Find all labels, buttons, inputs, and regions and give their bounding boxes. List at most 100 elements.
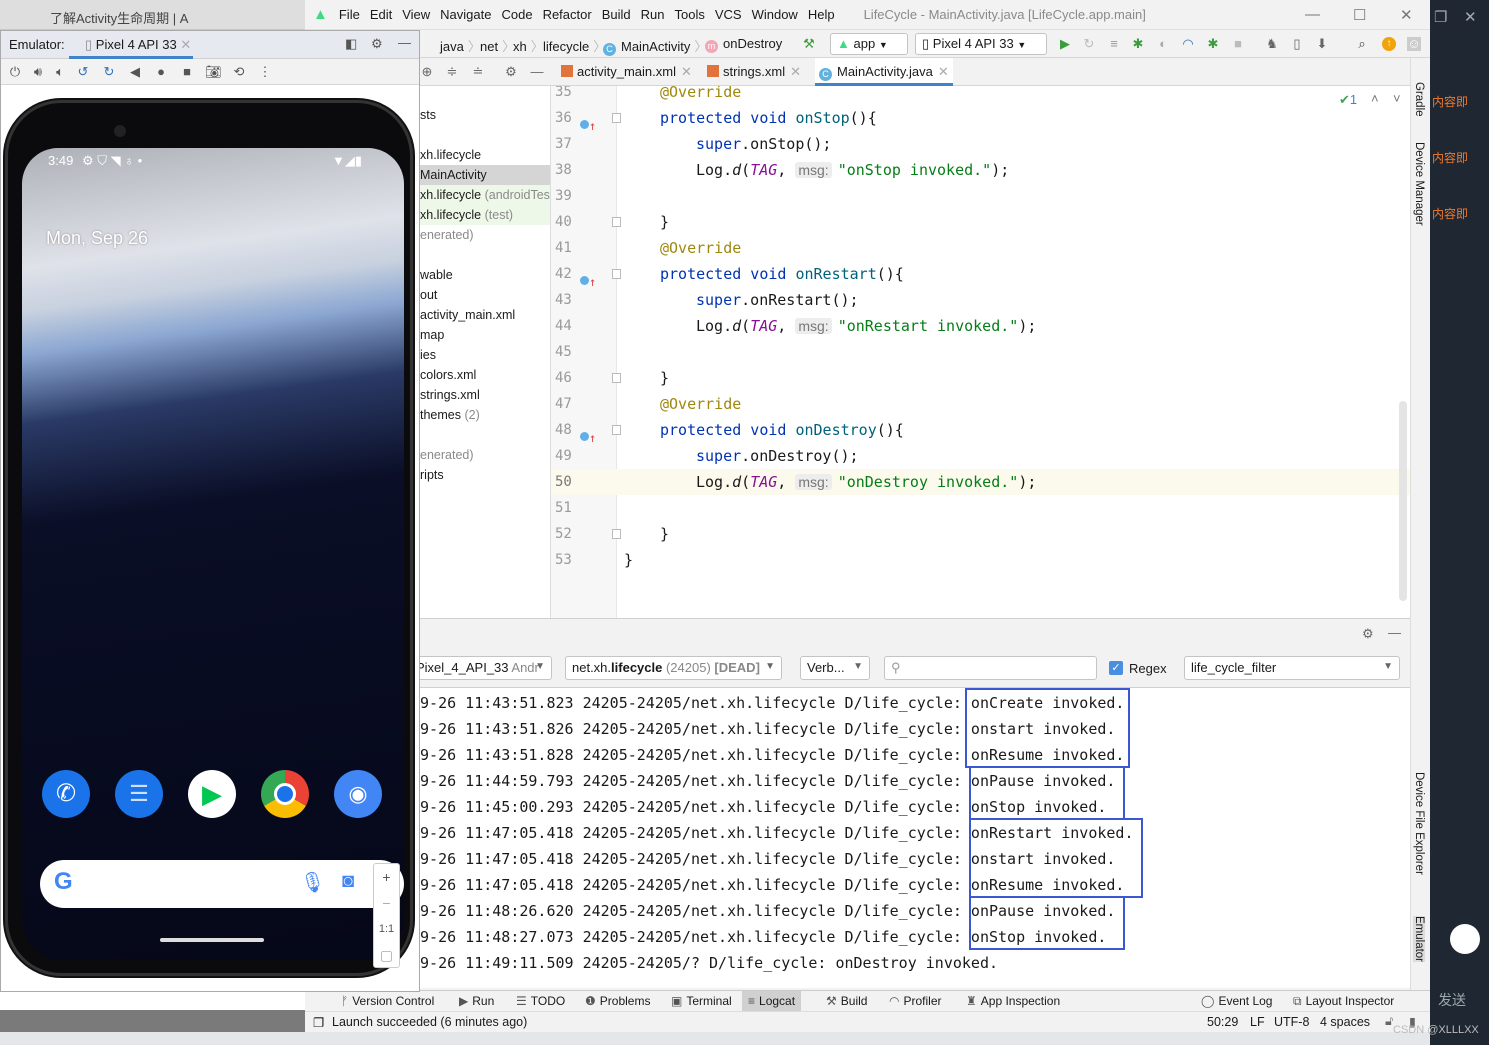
menu-run[interactable]: Run — [641, 7, 665, 22]
zoom-in-button[interactable]: + — [374, 864, 399, 890]
close-tab-icon[interactable]: ✕ — [681, 64, 692, 79]
coverage-icon[interactable]: ◐ — [1156, 37, 1170, 51]
tree-item[interactable]: out — [410, 285, 550, 305]
close-tab-icon[interactable]: ✕ — [938, 64, 949, 79]
apply-code-changes-icon[interactable]: ≡ — [1107, 37, 1121, 51]
tree-item[interactable] — [410, 125, 550, 145]
tree-item[interactable]: enerated) — [410, 225, 550, 245]
fold-marker-icon[interactable] — [612, 113, 621, 123]
line-separator[interactable]: LF — [1250, 1015, 1265, 1029]
locate-icon[interactable]: ⊕ — [420, 65, 434, 79]
tool-tab-profiler[interactable]: ◠ Profiler — [883, 991, 948, 1012]
menu-navigate[interactable]: Navigate — [440, 7, 491, 22]
menu-edit[interactable]: Edit — [370, 7, 392, 22]
inspection-indicator[interactable]: ✔1 — [1339, 92, 1357, 108]
update-icon[interactable]: ↑ — [1382, 37, 1396, 51]
send-button[interactable]: 发送 — [1438, 990, 1466, 1010]
tree-item[interactable] — [410, 425, 550, 445]
tree-item[interactable]: map — [410, 325, 550, 345]
home-icon[interactable]: ● — [153, 64, 169, 79]
menu-refactor[interactable]: Refactor — [543, 7, 592, 22]
search-icon[interactable]: ⌕ — [1355, 37, 1369, 51]
status-message[interactable]: Launch succeeded (6 minutes ago) — [332, 1015, 527, 1029]
menu-tools[interactable]: Tools — [674, 7, 704, 22]
code-editor[interactable]: 35 @Override 36 ↑ protected void onStop(){37… — [551, 86, 1410, 618]
power-icon[interactable]: ⏻ — [7, 64, 23, 80]
fold-marker-icon[interactable] — [612, 217, 621, 227]
device-manager-icon[interactable]: ▯ — [1290, 37, 1304, 51]
more-icon[interactable]: ⋮ — [257, 64, 273, 80]
tree-item[interactable] — [410, 245, 550, 265]
tree-item[interactable]: MainActivity — [410, 165, 550, 185]
tool-tab-event-log[interactable]: ◯ Event Log — [1195, 991, 1278, 1012]
menu-vcs[interactable]: VCS — [715, 7, 742, 22]
collapse-all-icon[interactable]: ≐ — [471, 65, 485, 79]
tool-tab-logcat[interactable]: ≡ Logcat — [742, 991, 802, 1012]
lens-icon[interactable]: ◙ — [342, 870, 354, 893]
sdk-manager-icon[interactable]: ⬇ — [1315, 37, 1329, 51]
phone-screen[interactable]: 3:49 ⚙ ⛉ ◥ ♁ • ▼◢▮ Mon, Sep 26 ✆ ☰ ▶ ◉ G… — [22, 148, 404, 960]
editor-scrollbar[interactable] — [1399, 401, 1407, 601]
gear-icon[interactable]: ⚙ — [371, 36, 383, 52]
camera-app-icon[interactable]: ◉ — [334, 770, 382, 818]
fold-marker-icon[interactable] — [612, 269, 621, 279]
restore-icon[interactable]: ❐ — [1434, 8, 1447, 26]
tree-item[interactable]: ripts — [410, 465, 550, 485]
tree-item[interactable]: xh.lifecycle (test) — [410, 205, 550, 225]
caret-position[interactable]: 50:29 — [1207, 1015, 1238, 1029]
play-store-icon[interactable]: ▶ — [188, 770, 236, 818]
back-icon[interactable]: ◀ — [127, 64, 143, 80]
override-marker-icon[interactable]: ↑ — [580, 112, 596, 132]
menu-view[interactable]: View — [402, 7, 430, 22]
next-highlight-icon[interactable]: ˅ — [1393, 91, 1401, 106]
override-marker-icon[interactable]: ↑ — [580, 424, 596, 444]
tree-item[interactable]: ies — [410, 345, 550, 365]
override-marker-icon[interactable]: ↑ — [580, 268, 596, 288]
gradle-sync-icon[interactable]: ♞ — [1265, 37, 1279, 51]
gear-icon[interactable]: ⚙ — [504, 65, 518, 79]
breadcrumb-item[interactable]: C MainActivity 〉 — [603, 36, 707, 56]
close-button[interactable]: ✕ — [1400, 6, 1413, 24]
stop-icon[interactable]: ■ — [1231, 37, 1245, 51]
apply-changes-icon[interactable]: ↻ — [1082, 37, 1096, 51]
emulator-tool[interactable]: Emulator — [1413, 916, 1425, 963]
tool-tab-todo[interactable]: ☰ TODO — [510, 991, 571, 1012]
tree-item[interactable]: themes (2) — [410, 405, 550, 425]
run-icon[interactable]: ▶ — [1058, 37, 1072, 51]
tab-strings-xml[interactable]: strings.xml ✕ — [703, 58, 805, 86]
tree-item[interactable]: sts — [410, 105, 550, 125]
tree-item[interactable]: wable — [410, 265, 550, 285]
file-encoding[interactable]: UTF-8 — [1274, 1015, 1309, 1029]
device-manager-tool[interactable]: Device Manager — [1413, 142, 1425, 226]
zoom-out-button[interactable]: − — [374, 890, 399, 916]
device-file-explorer-tool[interactable]: Device File Explorer — [1413, 772, 1425, 875]
emulator-device-tab[interactable]: ▯ Pixel 4 API 33 ✕ — [69, 31, 193, 59]
menu-file[interactable]: File — [339, 7, 360, 22]
log-line[interactable]: 09-26 11:49:11.509 24205-24205/? D/life_… — [411, 950, 998, 976]
menu-help[interactable]: Help — [808, 7, 835, 22]
tree-item[interactable]: activity_main.xml — [410, 305, 550, 325]
zoom-fit-button[interactable]: ▢ — [374, 942, 399, 968]
menu-code[interactable]: Code — [501, 7, 532, 22]
tool-tab-terminal[interactable]: ▣ Terminal — [665, 991, 738, 1012]
debug-icon[interactable]: ✱ — [1131, 37, 1145, 51]
microphone-icon[interactable]: 🎙︎ — [300, 870, 325, 895]
tool-tab-problems[interactable]: ❶ Problems — [579, 991, 656, 1012]
logcat-output[interactable]: 09-26 11:43:51.823 24205-24205/net.xh.li… — [410, 688, 1410, 988]
volume-up-icon[interactable]: 🔊︎ — [30, 64, 46, 80]
tool-tab-run[interactable]: ▶ Run — [453, 991, 500, 1012]
process-filter-select[interactable]: net.xh.lifecycle (24205) [DEAD] ▼ — [565, 656, 782, 680]
tree-item[interactable]: strings.xml — [410, 385, 550, 405]
tree-item[interactable]: xh.lifecycle (androidTes — [410, 185, 550, 205]
tab-MainActivity-java[interactable]: C MainActivity.java ✕ — [815, 58, 953, 86]
overview-icon[interactable]: ■ — [179, 64, 195, 79]
phone-app-icon[interactable]: ✆ — [42, 770, 90, 818]
screenshot-icon[interactable]: 📷︎ — [205, 64, 222, 80]
profile-icon[interactable]: ◠ — [1181, 37, 1195, 51]
tool-tab-app-inspection[interactable]: ♜ App Inspection — [960, 991, 1066, 1012]
snapshot-icon[interactable]: ⟲ — [231, 64, 247, 80]
date-widget[interactable]: Mon, Sep 26 — [46, 228, 148, 249]
log-level-select[interactable]: Verb... ▼ — [800, 656, 870, 680]
minimize-icon[interactable]: — — [398, 35, 411, 50]
attach-debugger-icon[interactable]: ✱ — [1206, 37, 1220, 51]
